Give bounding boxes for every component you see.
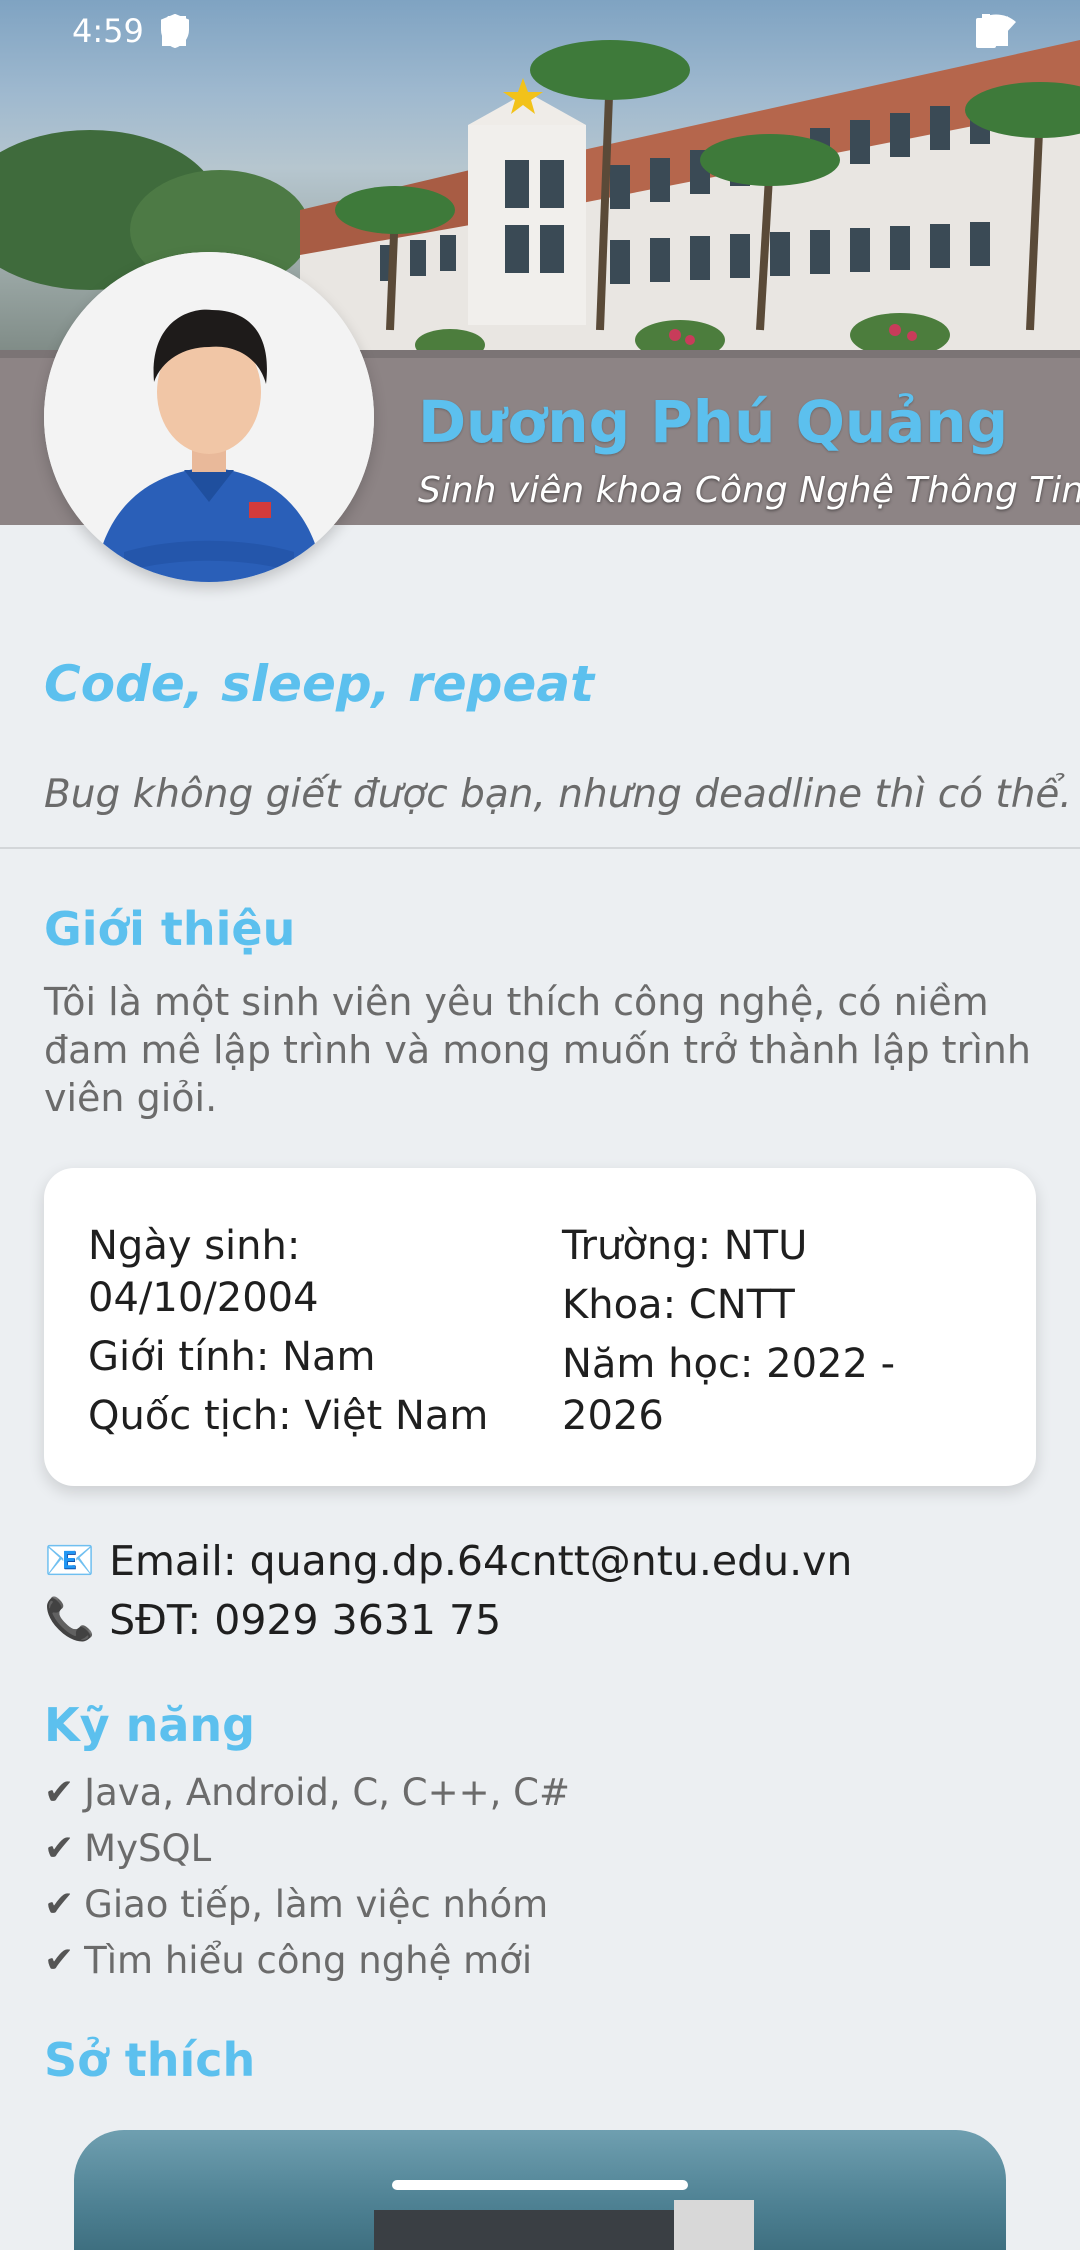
info-school: Trường: NTU [562,1223,808,1269]
hobby-image[interactable] [74,2130,1006,2250]
info-nationality: Quốc tịch: Việt Nam [88,1393,489,1439]
motto: Code, sleep, repeat [44,655,594,713]
home-indicator[interactable] [392,2180,688,2190]
list-item: ✔ Tìm hiểu công nghệ mới [44,1933,570,1989]
list-item: ✔ Java, Android, C, C++, C# [44,1765,570,1821]
phone-icon: 📞 [44,1595,96,1643]
profile-photo [44,252,374,582]
email-text: Email: quang.dp.64cntt@ntu.edu.vn [109,1536,853,1585]
skill-label: MySQL [84,1827,212,1870]
quote: Bug không giết được bạn, nhưng deadline … [44,772,1072,817]
divider [0,847,1080,849]
contact-email[interactable]: 📧 Email: quang.dp.64cntt@ntu.edu.vn [44,1536,852,1585]
contact-phone[interactable]: 📞 SĐT: 0929 3631 75 [44,1595,501,1644]
info-column-right: Trường: NTU Khoa: CNTT Năm học: 2022 - 2… [562,1220,1002,1449]
skill-label: Tìm hiểu công nghệ mới [84,1939,533,1982]
info-column-left: Ngày sinh: 04/10/2004 Giới tính: Nam Quố… [88,1220,518,1449]
avatar[interactable] [44,252,374,582]
info-school-year: Năm học: 2022 - 2026 [562,1341,896,1439]
info-birthdate: Ngày sinh: 04/10/2004 [88,1223,319,1321]
list-item: ✔ MySQL [44,1821,570,1877]
profile-name: Dương Phú Quảng [418,388,1009,456]
info-gender: Giới tính: Nam [88,1334,376,1380]
check-icon: ✔ [44,1940,75,1981]
check-icon: ✔ [44,1828,75,1869]
email-icon: 📧 [44,1536,96,1584]
check-icon: ✔ [44,1884,75,1925]
hobby-photo [374,2200,754,2250]
skills-title: Kỹ năng [44,1698,256,1752]
skill-label: Giao tiếp, làm việc nhóm [84,1883,549,1926]
intro-text: Tôi là một sinh viên yêu thích công nghệ… [44,980,1031,1120]
skills-list: ✔ Java, Android, C, C++, C# ✔ MySQL ✔ Giao … [44,1765,570,1989]
intro-title: Giới thiệu [44,902,296,956]
check-icon: ✔ [44,1772,75,1813]
status-bar: 4:59 [0,0,1080,64]
status-time: 4:59 [72,12,144,50]
phone-text: SĐT: 0929 3631 75 [109,1595,502,1644]
skill-label: Java, Android, C, C++, C# [84,1771,570,1814]
profile-subtitle: Sinh viên khoa Công Nghệ Thông Tin [418,470,1080,511]
hobbies-title: Sở thích [44,2033,256,2087]
list-item: ✔ Giao tiếp, làm việc nhóm [44,1877,570,1933]
info-card: Ngày sinh: 04/10/2004 Giới tính: Nam Quố… [44,1168,1036,1486]
info-faculty: Khoa: CNTT [562,1282,795,1328]
